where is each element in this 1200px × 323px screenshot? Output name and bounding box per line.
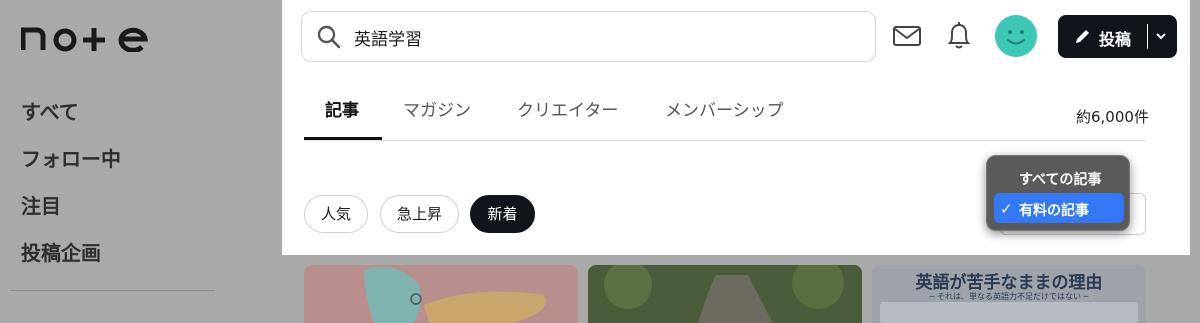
- thumbnail-subtitle: ─ それは、単なる英語力不足だけではない ─: [929, 292, 1089, 301]
- dropdown-option-all-articles[interactable]: すべての記事: [1019, 169, 1101, 189]
- search-box[interactable]: [301, 11, 876, 62]
- article-thumbnail[interactable]: 英語が苦手なままの理由 ─ それは、単なる英語力不足だけではない ─: [872, 265, 1146, 323]
- post-button-separator: [1147, 24, 1148, 49]
- article-thumbnail[interactable]: [588, 265, 862, 323]
- chevron-down-icon[interactable]: [1154, 29, 1168, 43]
- pencil-icon: [1076, 30, 1089, 43]
- tab-creators[interactable]: クリエイター: [517, 96, 618, 121]
- avatar[interactable]: [995, 15, 1037, 57]
- sidebar-item-all[interactable]: すべて: [21, 96, 79, 125]
- post-button-label: 投稿: [1099, 30, 1132, 49]
- sidebar-divider: [11, 290, 215, 291]
- article-type-dropdown: すべての記事 ✓ 有料の記事: [986, 155, 1130, 231]
- article-thumbnail[interactable]: [304, 265, 578, 323]
- sidebar-item-featured[interactable]: 注目: [21, 190, 61, 219]
- dropdown-option-paid-articles[interactable]: 有料の記事: [1019, 200, 1089, 220]
- tab-articles[interactable]: 記事: [325, 96, 359, 121]
- search-input[interactable]: [354, 25, 854, 49]
- checkmark-icon: ✓: [1000, 200, 1013, 218]
- post-button[interactable]: 投稿: [1058, 15, 1177, 58]
- thumbnail-title: 英語が苦手なままの理由: [915, 273, 1103, 293]
- sidebar-item-following[interactable]: フォロー中: [21, 143, 121, 172]
- filter-popular[interactable]: 人気: [304, 195, 368, 233]
- tabs-divider: [304, 140, 1146, 141]
- filter-new[interactable]: 新着: [470, 195, 535, 233]
- sidebar-item-contests[interactable]: 投稿企画: [21, 237, 101, 266]
- illustration-image: [364, 267, 546, 323]
- result-count: 約6,000件: [1076, 108, 1149, 126]
- tree-photo: [588, 265, 862, 323]
- mail-icon[interactable]: [892, 24, 922, 48]
- note-logo[interactable]: note: [21, 24, 151, 52]
- search-icon: [317, 25, 341, 49]
- thumbnail-icon-bar: [880, 302, 1138, 323]
- bell-icon[interactable]: [946, 20, 972, 52]
- filter-trending[interactable]: 急上昇: [380, 195, 459, 233]
- smiley-icon: [1007, 30, 1025, 45]
- tab-magazines[interactable]: マガジン: [403, 96, 471, 121]
- tab-memberships[interactable]: メンバーシップ: [665, 96, 784, 121]
